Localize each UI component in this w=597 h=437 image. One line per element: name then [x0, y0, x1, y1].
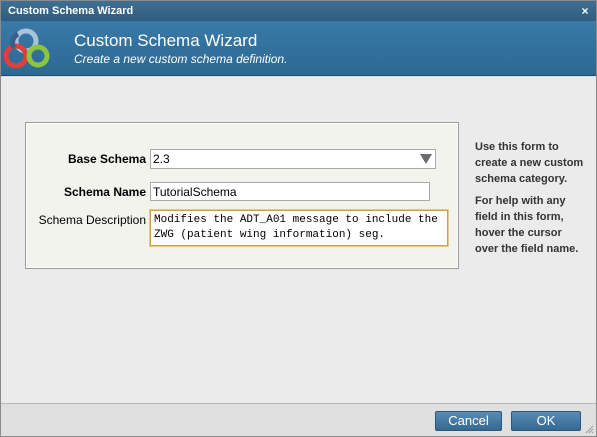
wizard-window: Custom Schema Wizard × Custom Schema Wiz… — [0, 0, 597, 437]
wizard-footer: Cancel OK — [1, 403, 596, 436]
wizard-header: Custom Schema Wizard Create a new custom… — [1, 21, 596, 76]
schema-description-textarea[interactable]: Modifies the ADT_A01 message to include … — [150, 210, 448, 246]
resize-grip-icon[interactable] — [584, 424, 594, 434]
ok-button[interactable]: OK — [511, 411, 581, 431]
wizard-content: Base Schema 2.3 Schema Name Schema Descr… — [1, 77, 596, 403]
help-para-1: Use this form to create a new custom sch… — [475, 141, 584, 185]
close-icon[interactable]: × — [579, 1, 591, 21]
window-title: Custom Schema Wizard — [8, 5, 134, 17]
app-logo-icon — [4, 28, 50, 69]
title-bar[interactable]: Custom Schema Wizard × — [1, 1, 596, 21]
dropdown-arrow-icon[interactable] — [420, 154, 432, 164]
help-para-2: For help with any field in this form, ho… — [475, 195, 579, 255]
form-panel: Base Schema 2.3 Schema Name Schema Descr… — [25, 122, 459, 269]
schema-description-label[interactable]: Schema Description — [31, 212, 146, 228]
wizard-title: Custom Schema Wizard — [74, 31, 258, 50]
cancel-button[interactable]: Cancel — [435, 411, 502, 431]
wizard-subtitle: Create a new custom schema definition. — [74, 52, 288, 66]
base-schema-select[interactable]: 2.3 — [150, 149, 436, 169]
base-schema-label[interactable]: Base Schema — [31, 151, 146, 167]
help-text: Use this form to create a new custom sch… — [475, 139, 585, 263]
base-schema-value: 2.3 — [153, 152, 170, 166]
schema-name-input[interactable] — [150, 182, 430, 201]
schema-name-label[interactable]: Schema Name — [31, 184, 146, 200]
